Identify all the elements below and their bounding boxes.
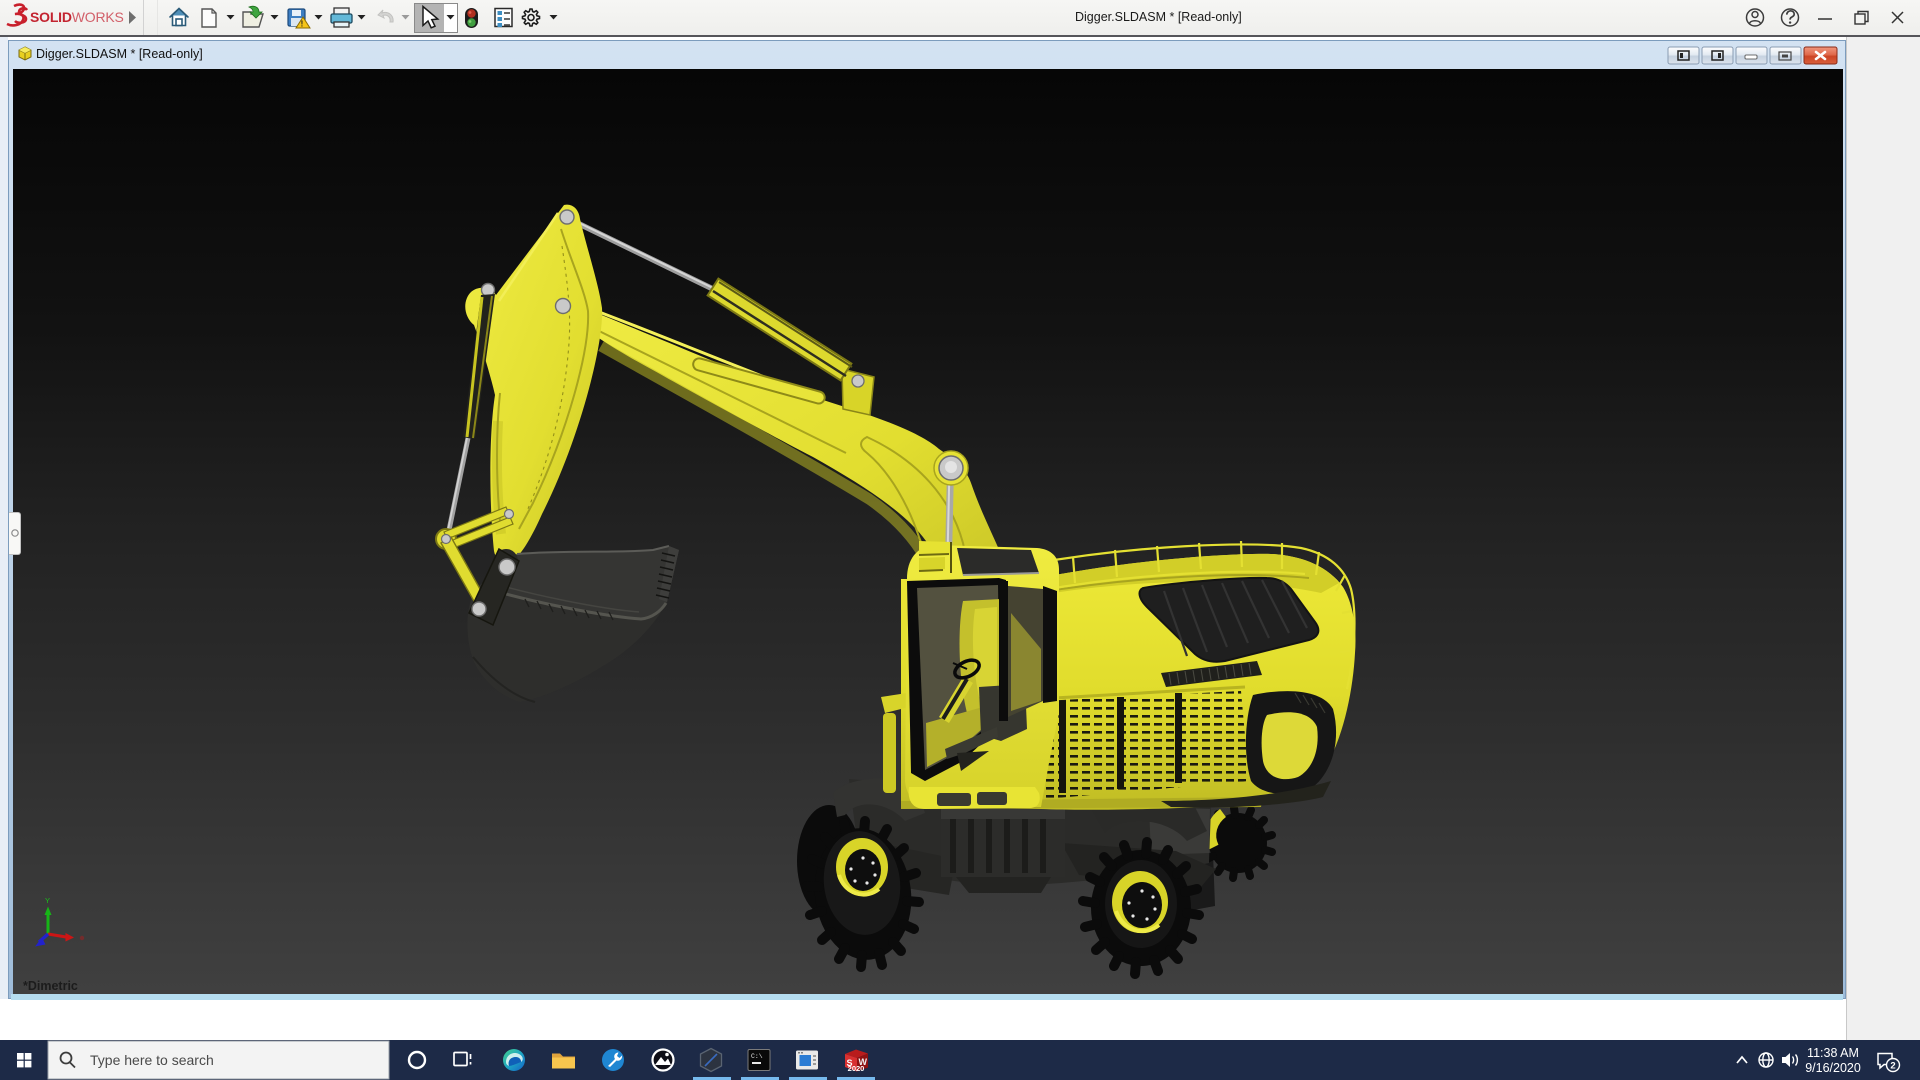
svg-text:*Dimetric: *Dimetric — [23, 979, 78, 993]
svg-text:11:38 AM: 11:38 AM — [1807, 1046, 1859, 1060]
svg-text:9/16/2020: 9/16/2020 — [1805, 1061, 1861, 1075]
svg-text:Y: Y — [45, 896, 50, 905]
svg-text:2020: 2020 — [848, 1064, 865, 1073]
svg-text:2: 2 — [1890, 1061, 1895, 1072]
svg-text:Type here to search: Type here to search — [90, 1052, 214, 1068]
svg-text:SOLIDWORKS: SOLIDWORKS — [30, 9, 124, 25]
svg-text:C:\: C:\ — [751, 1053, 763, 1060]
svg-text:!: ! — [301, 20, 304, 29]
